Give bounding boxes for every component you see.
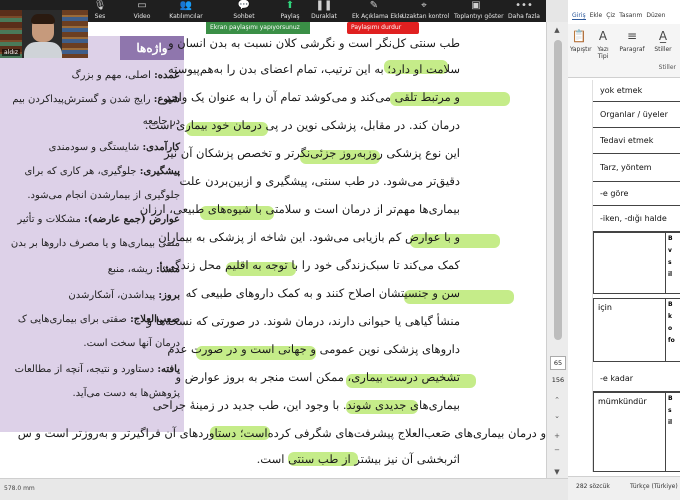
table-row: -e göre [593, 182, 680, 206]
more-button[interactable]: ••• Daha fazla [502, 0, 546, 22]
scroll-down-icon[interactable]: ▼ [549, 468, 565, 478]
chat-button[interactable]: 💬 Sohbet [222, 0, 266, 22]
participant-video[interactable]: aldız [0, 10, 88, 58]
page-down-icon[interactable]: ⌄ [549, 412, 565, 422]
pause-share-button[interactable]: ❚❚ Duraklat [302, 0, 346, 22]
font-button[interactable]: A Yazı Tipi [592, 28, 614, 74]
paste-button[interactable]: 📋 Yapıştır [570, 28, 592, 74]
screen: واژه‌ها عمده: اصلی، مهم و بزرگ شیوع: رای… [0, 0, 680, 500]
scroll-up-icon[interactable]: ▲ [549, 26, 565, 36]
clipboard-icon: 📋 [571, 29, 587, 43]
participants-button[interactable]: 👥 Katılımcılar [164, 0, 208, 22]
pause-icon: ❚❚ [315, 0, 333, 11]
nested-table: Bv s il [593, 232, 680, 294]
sharing-notice: Ekran paylaşımı yapıyorsunuz [206, 22, 310, 34]
table-row: Organlar / üyeler [593, 102, 680, 128]
paragraph-line: اثربخشی آن نیز بیشتر از طب سنتی است. [256, 452, 460, 466]
participants-icon: 👥 [179, 0, 193, 11]
tab-home[interactable]: Giriş [572, 12, 586, 20]
paragraph-line: بیماری‌های جدیدی شوند. با وجود این، طب ج… [152, 398, 460, 412]
paragraph-line: سن و جنسیتشان اصلاح کنند و به کمک داروها… [185, 286, 460, 300]
styles-icon: A̲ [658, 29, 668, 43]
pdf-status-text: 578.0 mm [4, 485, 35, 492]
table-cell [594, 233, 666, 293]
table-row: Tarz, yöntem [593, 154, 680, 182]
glossary-line: جلوگیری از بیمارشدن انجام می‌شود. [27, 190, 180, 201]
chat-icon: 💬 [237, 0, 251, 11]
tab-draw[interactable]: Çiz [606, 12, 615, 19]
table-cell: için [594, 299, 666, 361]
table-cell-right: Bv s il [668, 235, 673, 278]
paragraph-line: درمان کند. در مقابل، پزشکی نوین در پی در… [144, 118, 460, 132]
pdf-status-bar: 578.0 mm [0, 478, 568, 500]
video-icon: ▭ [137, 0, 147, 11]
paragraph-line: داروهای پزشکی نوین عمومی و جهانی است و د… [167, 342, 460, 356]
participant-name: aldız [2, 49, 20, 56]
page-number-input[interactable]: 65 [550, 356, 566, 370]
styles-group-label: Stiller [658, 64, 676, 71]
paragraph-line: کمک می‌کند تا سبک‌زندگی خود را با توجه ب… [161, 258, 460, 272]
video-button[interactable]: ▭ Video [120, 0, 164, 22]
table-row: yok etmek [593, 80, 680, 102]
page-up-icon[interactable]: ⌃ [549, 396, 565, 406]
document-page[interactable]: yok etmek Organlar / üyeler Tedavi etmek… [592, 80, 680, 472]
book-page: واژه‌ها عمده: اصلی، مهم و بزرگ شیوع: رای… [0, 22, 546, 478]
captions-icon: ▣ [471, 0, 481, 11]
paragraph-line: منشأ گیاهی یا حیوانی دارند، درمان شوند. … [146, 314, 460, 328]
nested-table: mümkündür Bs il [593, 392, 680, 472]
language-status[interactable]: Türkçe (Türkiye) [630, 483, 678, 490]
word-count[interactable]: 282 sözcük [576, 483, 610, 490]
paragraph-line: بیماری‌ها مهم‌تر از درمان است و سلامتی ب… [139, 202, 460, 216]
zoom-in-icon[interactable]: + [549, 432, 565, 442]
page-total: 156 [551, 376, 565, 384]
more-icon: ••• [515, 0, 533, 11]
font-icon: A [598, 29, 608, 43]
vertical-scrollbar[interactable] [546, 22, 568, 478]
paragraph-icon: ≡ [626, 29, 638, 43]
show-meeting-button[interactable]: ▣ Toplantıyı göster [454, 0, 504, 22]
table-row: Tedavi etmek [593, 128, 680, 154]
ribbon-tabs: Giriş Ekle Çiz Tasarım Düzen [568, 12, 680, 24]
remote-control-button[interactable]: ⌖ Uzaktan kontrol [402, 0, 449, 22]
annotate-icon: ✎ [369, 0, 379, 11]
table-cell: mümkündür [594, 393, 666, 471]
ribbon: 📋 Yapıştır A Yazı Tipi ≡ Paragraf A̲ Stiller… [568, 24, 680, 78]
remote-control-icon: ⌖ [421, 0, 427, 11]
tab-insert[interactable]: Ekle [590, 12, 603, 19]
word-status-bar: 282 sözcük Türkçe (Türkiye) [568, 476, 680, 500]
paragraph-line: و با عوارض کم بازیابی می‌شود. این شاخه ا… [158, 230, 460, 244]
paragraph-button[interactable]: ≡ Paragraf [618, 28, 646, 74]
table-row: -e kadar [593, 366, 680, 392]
paragraph-line: این نوع پزشکی روزبه‌روز جزئی‌نگرتر و تخص… [164, 146, 460, 160]
paragraph-line: دقیق‌تر می‌شود. در طب سنتی، پیشگیری و از… [179, 174, 460, 188]
paragraph-line: تشخیص درست بیماری، ممکن است منجر به بروز… [175, 370, 461, 384]
table-cell-right: Bs il [668, 395, 673, 426]
paragraph-line: و مرتبط تلقی می‌کند و می‌کوشد تمام آن را… [165, 90, 460, 104]
word-window: Giriş Ekle Çiz Tasarım Düzen 📋 Yapıştır A Yazı… [568, 0, 680, 500]
table-cell-right: Bk o fo [668, 301, 675, 344]
nested-table: için Bk o fo [593, 298, 680, 362]
tab-design[interactable]: Tasarım [619, 12, 642, 19]
stop-share-button[interactable]: Paylaşımı durdur [347, 22, 419, 34]
table-row: -iken, -dığı halde [593, 206, 680, 232]
zoom-out-icon[interactable]: − [549, 446, 565, 456]
scrollbar-thumb[interactable] [554, 40, 562, 340]
paragraph-line: سلامت او دارد؛ به این ترتیب، تمام اعضای … [167, 62, 460, 76]
annotate-button[interactable]: ✎ Ek Açıklama Ekle [352, 0, 403, 22]
paragraph-line: و درمان بیماری‌های صَعب‌العلاج پیشرفت‌ها… [17, 426, 546, 440]
tab-layout[interactable]: Düzen [646, 12, 665, 19]
